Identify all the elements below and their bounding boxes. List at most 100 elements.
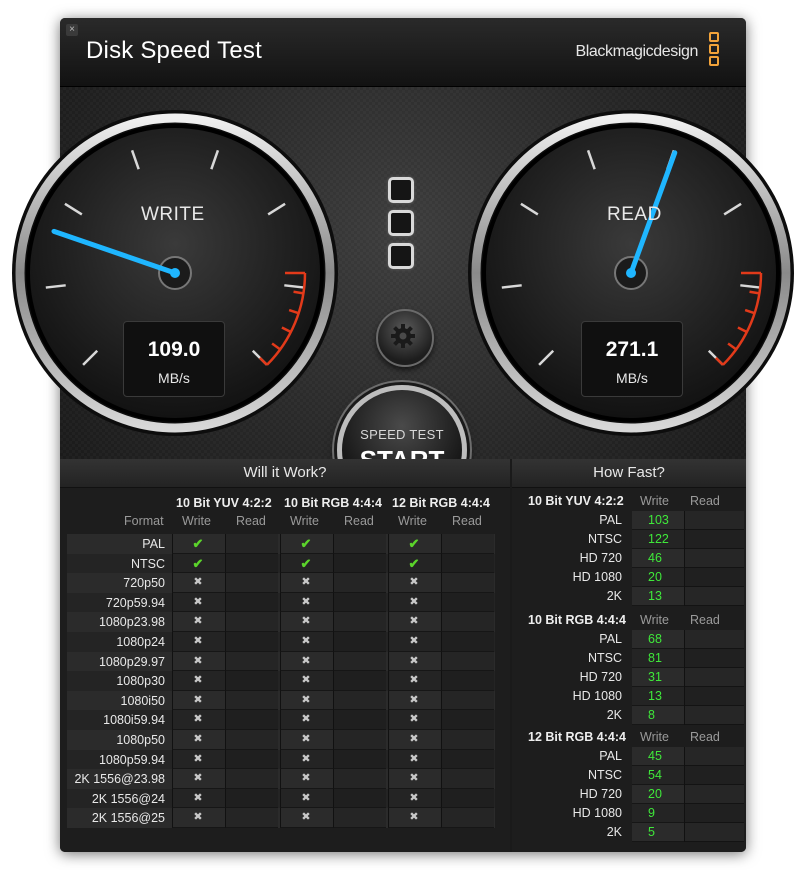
read-cell	[225, 710, 278, 730]
group-header: 10 Bit RGB 4:4:4	[284, 496, 382, 510]
read-cell	[441, 592, 494, 613]
read-cell	[684, 747, 744, 766]
format-label: HD 1080	[572, 570, 622, 584]
how-fast-title: How Fast?	[512, 459, 746, 488]
write-gauge-label: WRITE	[141, 204, 205, 225]
write-col-header: Write	[640, 730, 669, 744]
format-label: 1080p59.94	[98, 752, 165, 767]
cross-icon: ✖	[193, 615, 203, 628]
read-cell	[684, 587, 744, 606]
cross-icon: ✖	[301, 654, 311, 667]
cross-icon: ✖	[193, 791, 203, 804]
read-cell	[333, 671, 386, 691]
cross-icon: ✖	[301, 595, 311, 608]
read-cell	[333, 573, 386, 593]
cross-icon: ✖	[193, 654, 203, 667]
read-cell	[225, 808, 278, 828]
read-cell	[684, 568, 744, 587]
brand-logo-icon	[709, 32, 721, 76]
read-cell	[441, 534, 494, 554]
write-rate-value: 54	[648, 768, 662, 782]
read-cell	[333, 651, 386, 672]
cross-icon: ✖	[193, 674, 203, 687]
cross-icon: ✖	[193, 713, 203, 726]
cross-icon: ✖	[409, 615, 419, 628]
format-label: 2K 1556@24	[91, 791, 165, 806]
cross-icon: ✖	[301, 693, 311, 706]
read-cell	[225, 671, 278, 691]
read-cell	[225, 788, 278, 809]
gear-icon	[391, 324, 415, 348]
read-cell	[441, 710, 494, 730]
read-cell	[333, 553, 386, 574]
read-cell	[333, 808, 386, 828]
write-col-header: Write	[640, 494, 669, 508]
write-rate-value: 20	[648, 570, 662, 584]
read-cell	[225, 573, 278, 593]
format-label: HD 720	[579, 787, 622, 801]
write-rate-value: 31	[648, 670, 662, 684]
title-bar: × Disk Speed Test Blackmagicdesign	[60, 18, 746, 87]
group-header: 10 Bit YUV 4:2:2	[176, 496, 272, 510]
write-speed-unit: MB/s	[158, 370, 190, 386]
read-cell	[441, 632, 494, 652]
read-gauge: READ 271.1 MB/s	[466, 108, 796, 438]
close-button[interactable]: ×	[66, 24, 78, 36]
led-stack-icon	[388, 177, 418, 276]
write-rate-value: 122	[648, 532, 669, 546]
read-cell	[333, 632, 386, 652]
format-label: NTSC	[130, 556, 165, 571]
read-cell	[441, 651, 494, 672]
redzone-tick	[293, 290, 304, 295]
format-label: 1080i50	[120, 693, 166, 708]
write-readout: 109.0 MB/s	[123, 321, 225, 397]
check-icon: ✔	[408, 555, 420, 571]
group-header: 12 Bit RGB 4:4:4	[392, 496, 490, 510]
settings-button[interactable]	[376, 309, 434, 367]
format-label: 720p50	[123, 576, 165, 591]
read-cell	[333, 710, 386, 730]
speed-group-header: 10 Bit YUV 4:2:2	[528, 494, 624, 508]
cross-icon: ✖	[193, 811, 203, 824]
read-cell	[333, 749, 386, 770]
write-col-header: Write	[290, 514, 319, 528]
read-cell	[333, 534, 386, 554]
cross-icon: ✖	[193, 752, 203, 765]
cross-icon: ✖	[301, 791, 311, 804]
cross-icon: ✖	[409, 693, 419, 706]
format-col-header: Format	[124, 514, 164, 528]
cross-icon: ✖	[193, 693, 203, 706]
cross-icon: ✖	[409, 674, 419, 687]
read-cell	[441, 808, 494, 828]
format-label: 1080p23.98	[98, 615, 165, 630]
format-label: PAL	[599, 513, 622, 527]
check-icon: ✔	[192, 536, 204, 551]
check-icon: ✔	[408, 536, 420, 551]
format-label: 1080i59.94	[103, 713, 165, 728]
format-label: NTSC	[587, 768, 622, 782]
cross-icon: ✖	[301, 576, 311, 589]
brand-name: Blackmagicdesign	[575, 43, 698, 60]
write-col-header: Write	[398, 514, 427, 528]
format-label: 2K	[606, 589, 622, 603]
read-cell	[684, 823, 744, 842]
read-gauge-label: READ	[607, 204, 662, 225]
read-cell	[225, 690, 278, 711]
read-col-header: Read	[690, 494, 720, 508]
read-speed-unit: MB/s	[616, 370, 648, 386]
cross-icon: ✖	[301, 772, 311, 785]
read-cell	[225, 749, 278, 770]
read-cell	[441, 749, 494, 770]
format-label: PAL	[599, 749, 622, 763]
read-cell	[441, 553, 494, 574]
read-cell	[333, 592, 386, 613]
will-it-work-title: Will it Work?	[60, 459, 510, 488]
redzone-tick	[749, 290, 760, 295]
check-icon: ✔	[300, 555, 312, 571]
read-cell	[333, 788, 386, 809]
read-cell	[684, 687, 744, 706]
write-speed-value: 109.0	[147, 338, 201, 361]
read-cell	[684, 549, 744, 568]
read-col-header: Read	[452, 514, 482, 528]
write-col-header: Write	[182, 514, 211, 528]
